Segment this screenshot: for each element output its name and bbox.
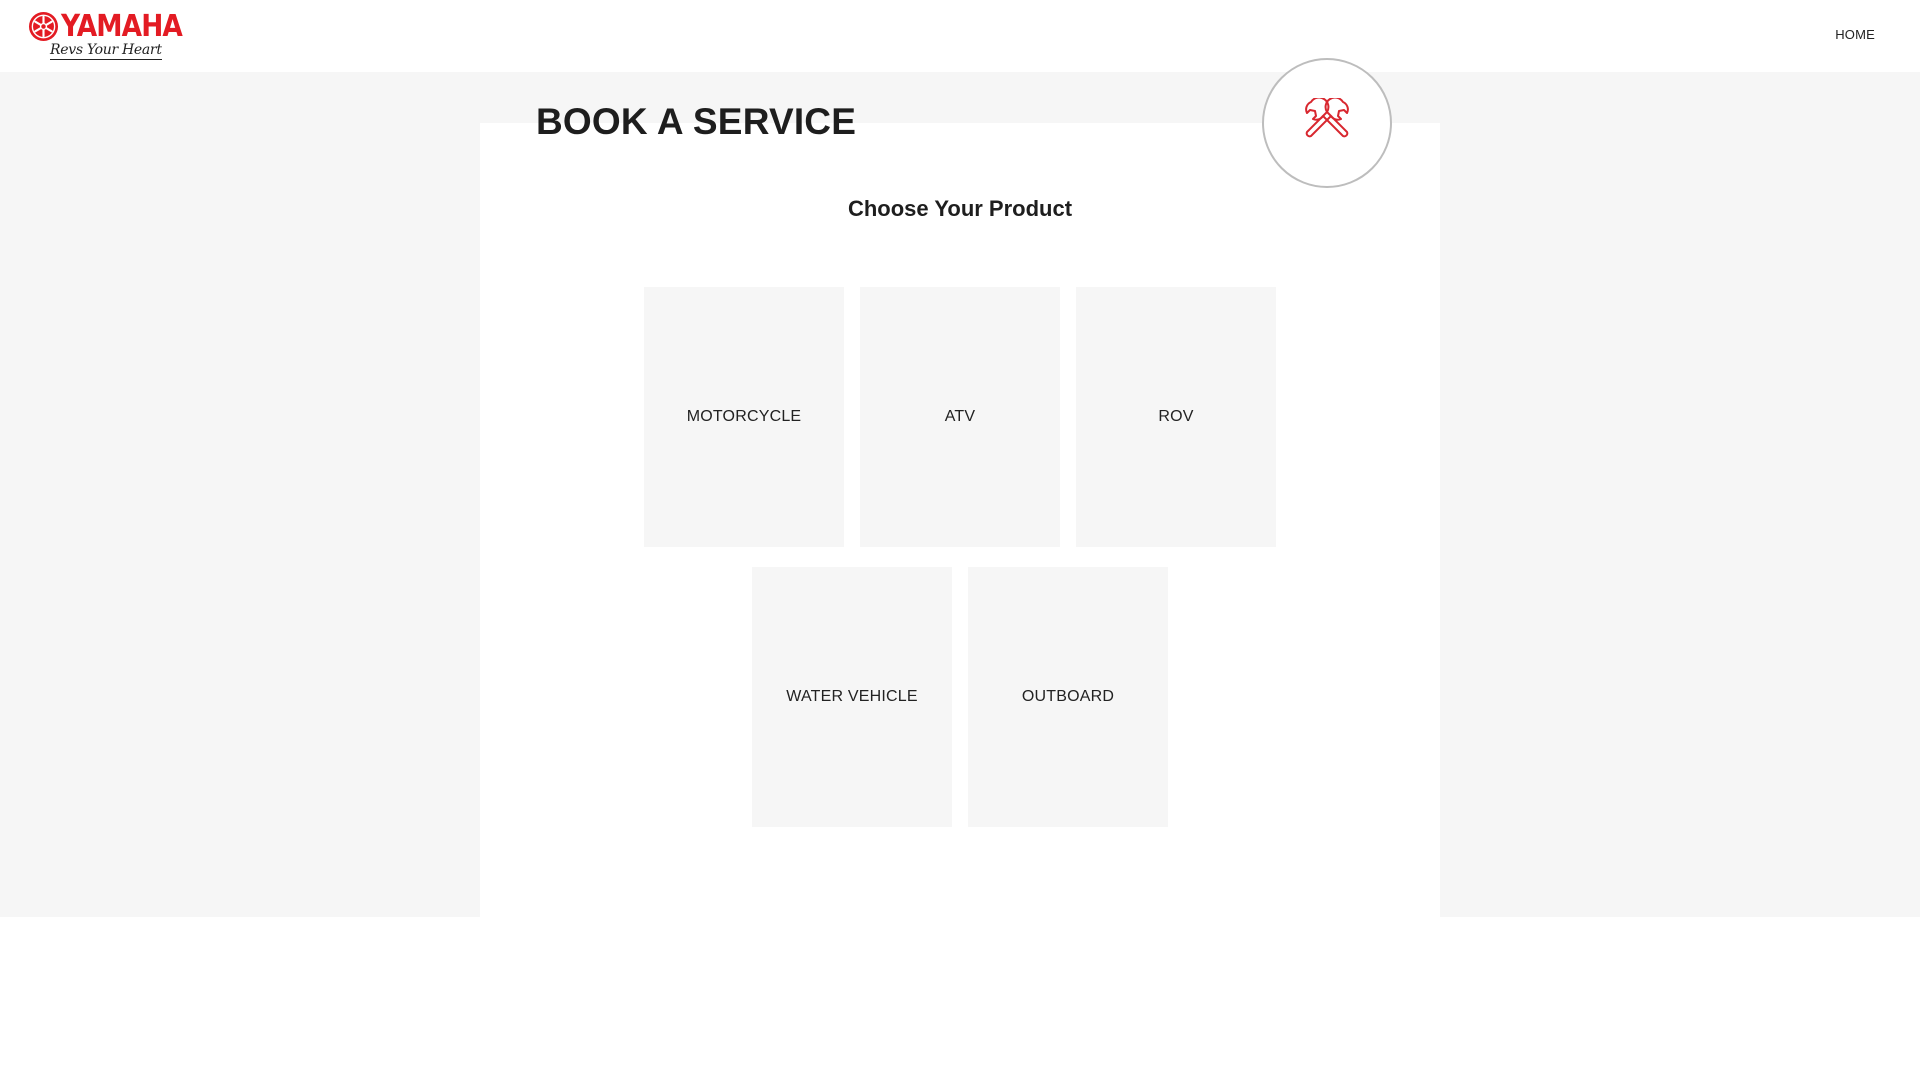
brand-name: YAMAHA — [61, 9, 183, 44]
product-label: ROV — [1158, 408, 1194, 425]
wrench-cross-icon — [1305, 98, 1349, 138]
yamaha-logo[interactable]: YAMAHA Revs Your Heart — [28, 10, 183, 64]
product-tile-rov[interactable]: ROV — [1076, 287, 1276, 547]
nav-home-link[interactable]: HOME — [1835, 27, 1875, 42]
service-badge — [1262, 58, 1392, 188]
tuning-fork-emblem-icon — [28, 11, 59, 42]
brand-tagline: Revs Your Heart — [50, 42, 162, 60]
section-subtitle: Choose Your Product — [847, 196, 1073, 221]
product-label: OUTBOARD — [1021, 688, 1115, 705]
product-tile-motorcycle[interactable]: MOTORCYCLE — [644, 287, 844, 547]
site-header: YAMAHA Revs Your Heart HOME — [0, 0, 1920, 72]
product-tile-atv[interactable]: ATV — [860, 287, 1060, 547]
product-label: ATV — [944, 408, 976, 425]
product-tile-outboard[interactable]: OUTBOARD — [968, 567, 1168, 827]
product-label: MOTORCYCLE — [686, 408, 802, 425]
page-title: BOOK A SERVICE — [536, 101, 857, 142]
product-tile-water-vehicle[interactable]: WATER VEHICLE — [752, 567, 952, 827]
product-label: WATER VEHICLE — [786, 688, 918, 705]
